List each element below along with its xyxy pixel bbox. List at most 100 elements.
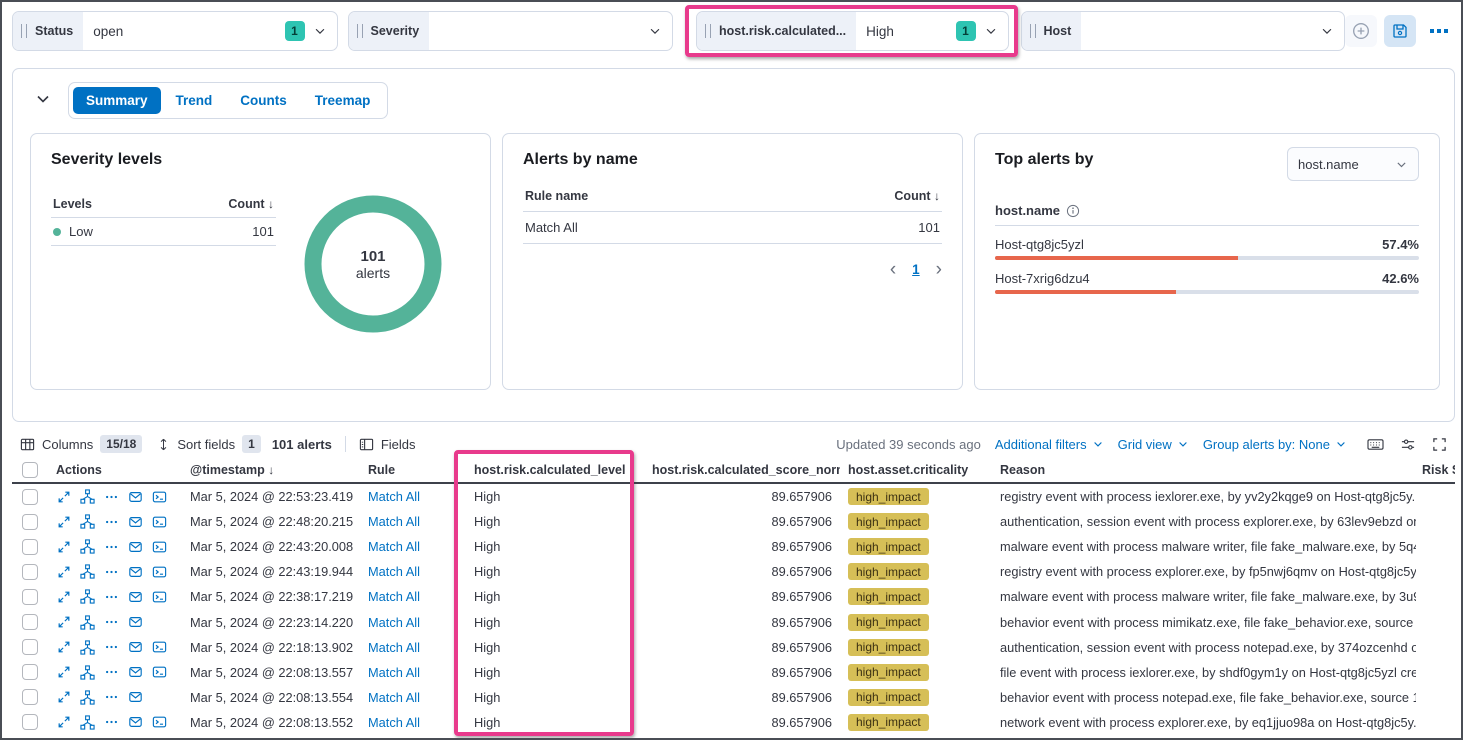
host-risk-level-cell[interactable]: High [466,539,644,554]
host-risk-level-cell[interactable]: High [466,564,644,579]
reason-cell[interactable]: file event with process iexlorer.exe, by… [992,665,1416,680]
host-risk-score-cell[interactable]: 89.657906 [644,640,840,655]
host-risk-level-cell[interactable]: High [466,589,644,604]
alert-timestamp[interactable]: Mar 5, 2024 @ 22:43:20.008 [182,539,360,554]
column-count[interactable]: Count ↓ [894,189,940,203]
drag-handle-icon[interactable] [705,24,711,38]
rule-link[interactable]: Match All [368,564,420,579]
alert-timestamp[interactable]: Mar 5, 2024 @ 22:08:13.552 [182,715,360,730]
more-options-button[interactable] [1423,15,1455,47]
criticality-badge[interactable]: high_impact [848,588,929,605]
analyze-event-icon[interactable] [80,690,95,705]
info-icon[interactable] [1066,204,1080,218]
filter-status[interactable]: Status open 1 [12,11,338,51]
host-risk-score-cell[interactable]: 89.657906 [644,615,840,630]
row-checkbox[interactable] [22,539,38,555]
session-view-icon[interactable] [152,590,167,604]
session-view-icon[interactable] [152,665,167,679]
row-checkbox[interactable] [22,664,38,680]
alert-timestamp[interactable]: Mar 5, 2024 @ 22:48:20.215 [182,514,360,529]
row-checkbox[interactable] [22,714,38,730]
reason-cell[interactable]: behavior event with process mimikatz.exe… [992,615,1416,630]
more-actions-icon[interactable] [104,515,119,529]
analyze-event-icon[interactable] [80,539,95,554]
reason-cell[interactable]: malware event with process malware write… [992,539,1416,554]
reason-cell[interactable]: network event with process explorer.exe,… [992,715,1416,730]
criticality-badge[interactable]: high_impact [848,513,929,530]
column-count[interactable]: Count ↓ [228,197,274,211]
session-view-icon[interactable] [152,565,167,579]
column-risk-score[interactable]: Risk S [1416,463,1455,477]
session-view-icon[interactable] [152,540,167,554]
investigate-in-timeline-icon[interactable] [128,490,143,504]
select-all-checkbox[interactable] [22,462,38,478]
rule-link[interactable]: Match All [368,615,420,630]
host-risk-score-cell[interactable]: 89.657906 [644,715,840,730]
chevron-down-icon[interactable] [984,24,998,38]
investigate-in-timeline-icon[interactable] [128,590,143,604]
host-risk-score-cell[interactable]: 89.657906 [644,539,840,554]
analyze-event-icon[interactable] [80,514,95,529]
column-host-asset-criticality[interactable]: host.asset.criticality [840,463,992,477]
session-view-icon[interactable] [152,715,167,729]
expand-alert-icon[interactable] [57,640,71,654]
column-timestamp[interactable]: @timestamp ↓ [182,463,360,477]
investigate-in-timeline-icon[interactable] [128,515,143,529]
chevron-down-icon[interactable] [1320,24,1334,38]
session-view-icon[interactable] [152,490,167,504]
reason-cell[interactable]: authentication, session event with proce… [992,514,1416,529]
criticality-badge[interactable]: high_impact [848,563,929,580]
expand-alert-icon[interactable] [57,490,71,504]
criticality-badge[interactable]: high_impact [848,664,929,681]
host-risk-score-cell[interactable]: 89.657906 [644,564,840,579]
analyze-event-icon[interactable] [80,665,95,680]
host-risk-score-cell[interactable]: 89.657906 [644,514,840,529]
more-actions-icon[interactable] [104,590,119,604]
collapse-section-icon[interactable] [35,91,51,107]
more-actions-icon[interactable] [104,715,119,729]
row-checkbox[interactable] [22,589,38,605]
rule-link[interactable]: Match All [368,665,420,680]
expand-alert-icon[interactable] [57,615,71,629]
criticality-badge[interactable]: high_impact [848,689,929,706]
more-actions-icon[interactable] [104,665,119,679]
criticality-badge[interactable]: high_impact [848,639,929,656]
analyze-event-icon[interactable] [80,615,95,630]
display-options-icon[interactable] [1400,437,1416,452]
alert-timestamp[interactable]: Mar 5, 2024 @ 22:08:13.554 [182,690,360,705]
host-risk-level-cell[interactable]: High [466,615,644,630]
rule-link[interactable]: Match All [368,690,420,705]
columns-button[interactable]: Columns [42,437,93,452]
drag-handle-icon[interactable] [21,24,27,38]
host-risk-score-cell[interactable]: 89.657906 [644,589,840,604]
column-rule[interactable]: Rule [360,463,466,477]
session-view-icon[interactable] [152,515,167,529]
host-risk-score-cell[interactable]: 89.657906 [644,665,840,680]
criticality-badge[interactable]: high_impact [848,488,929,505]
sort-fields-button[interactable]: Sort fields [177,437,235,452]
previous-page-icon[interactable]: ‹ [890,260,896,279]
more-actions-icon[interactable] [104,615,119,629]
row-checkbox[interactable] [22,564,38,580]
alert-timestamp[interactable]: Mar 5, 2024 @ 22:53:23.419 [182,489,360,504]
filter-host[interactable]: Host [1021,11,1346,51]
analyze-event-icon[interactable] [80,640,95,655]
analyze-event-icon[interactable] [80,589,95,604]
session-view-icon[interactable] [152,640,167,654]
tab-trend[interactable]: Trend [163,87,226,114]
reason-cell[interactable]: malware event with process malware write… [992,589,1416,604]
rule-link[interactable]: Match All [368,489,420,504]
row-checkbox[interactable] [22,514,38,530]
row-checkbox[interactable] [22,639,38,655]
criticality-badge[interactable]: high_impact [848,614,929,631]
rule-link[interactable]: Match All [368,640,420,655]
expand-alert-icon[interactable] [57,590,71,604]
reason-cell[interactable]: registry event with process iexlorer.exe… [992,489,1416,504]
criticality-badge[interactable]: high_impact [848,714,929,731]
save-button[interactable] [1384,15,1416,47]
investigate-in-timeline-icon[interactable] [128,690,143,704]
reason-cell[interactable]: behavior event with process notepad.exe,… [992,690,1416,705]
host-risk-level-cell[interactable]: High [466,715,644,730]
column-host-risk-score[interactable]: host.risk.calculated_score_norm [644,463,840,477]
rule-link[interactable]: Match All [368,514,420,529]
